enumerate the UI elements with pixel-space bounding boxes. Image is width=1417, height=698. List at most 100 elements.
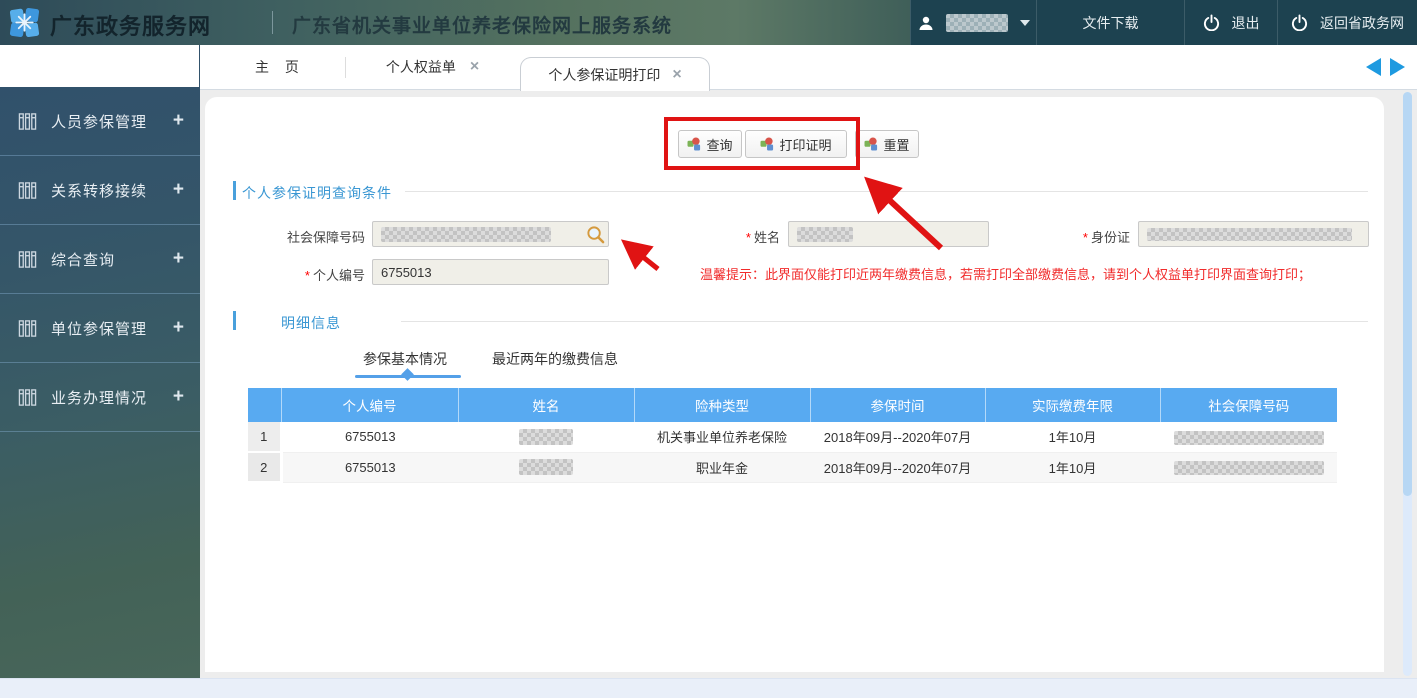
col-header-insurance-type: 险种类型 xyxy=(634,388,810,422)
participation-table: 个人编号 姓名 险种类型 参保时间 实际缴费年限 社会保障号码 1 675501… xyxy=(248,388,1337,483)
subtab-label: 最近两年的缴费信息 xyxy=(492,351,618,367)
cell-period: 2018年09月--2020年07月 xyxy=(810,452,985,482)
logout-button[interactable]: 退出 xyxy=(1184,0,1277,45)
required-asterisk: * xyxy=(746,230,751,245)
expand-plus-icon[interactable]: + xyxy=(173,386,184,408)
expand-plus-icon[interactable]: + xyxy=(173,110,184,132)
top-header: 广东政务服务网 广东省机关事业单位养老保险网上服务系统 文件下载 退出 xyxy=(0,0,1417,45)
active-subtab-underline xyxy=(355,375,461,378)
back-portal-button[interactable]: 返回省政务网 xyxy=(1277,0,1417,45)
books-icon xyxy=(18,388,37,407)
col-header-ssn: 社会保障号码 xyxy=(1160,388,1337,422)
sidebar-item-label: 人员参保管理 xyxy=(51,111,147,132)
ssn-label: 社会保障号码 xyxy=(225,227,365,246)
sidebar-menu: 人员参保管理 + 关系转移接续 + xyxy=(0,87,200,432)
books-icon xyxy=(18,112,37,131)
name-field[interactable] xyxy=(788,221,989,247)
cubes-icon xyxy=(864,137,879,151)
sidebar-item-comprehensive-query[interactable]: 综合查询 + xyxy=(0,225,200,294)
section-divider xyxy=(405,191,1368,192)
expand-plus-icon[interactable]: + xyxy=(173,248,184,270)
subtab-basic-info[interactable]: 参保基本情况 xyxy=(363,349,447,369)
tab-scroll-right-icon[interactable] xyxy=(1390,58,1405,76)
cell-name-masked xyxy=(458,422,634,452)
user-name-masked xyxy=(946,14,1008,32)
section-divider xyxy=(401,321,1368,322)
sidebar-item-label: 关系转移接续 xyxy=(51,180,147,201)
books-icon xyxy=(18,250,37,269)
query-section-title: 个人参保证明查询条件 xyxy=(242,183,392,203)
books-icon xyxy=(18,319,37,338)
print-certificate-label: 打印证明 xyxy=(779,135,831,154)
subtab-label: 参保基本情况 xyxy=(363,351,447,367)
tab-scroll-left-icon[interactable] xyxy=(1366,58,1381,76)
file-download-label: 文件下载 xyxy=(1083,13,1139,33)
page-footer xyxy=(0,678,1417,698)
expand-plus-icon[interactable]: + xyxy=(173,179,184,201)
books-icon xyxy=(18,181,37,200)
col-header-name: 姓名 xyxy=(458,388,634,422)
file-download-button[interactable]: 文件下载 xyxy=(1036,0,1184,45)
query-button[interactable]: 查询 xyxy=(678,130,742,158)
sidebar-item-relation-transfer[interactable]: 关系转移接续 + xyxy=(0,156,200,225)
sidebar-item-label: 单位参保管理 xyxy=(51,318,147,339)
personal-no-field[interactable] xyxy=(372,259,609,285)
main-panel: 查询 打印证明 重置 个人参保证明查询 xyxy=(205,97,1384,672)
reset-button[interactable]: 重置 xyxy=(855,130,919,158)
expand-plus-icon[interactable]: + xyxy=(173,317,184,339)
cubes-icon xyxy=(687,137,702,151)
tab-label: 主 页 xyxy=(255,57,305,77)
lookup-magnifier-icon[interactable] xyxy=(586,225,605,244)
detail-section-title: 明细信息 xyxy=(281,313,341,333)
cell-ssn-masked xyxy=(1160,452,1337,482)
tab-label: 个人参保证明打印 xyxy=(548,65,660,85)
user-menu[interactable] xyxy=(910,0,1036,45)
power-icon xyxy=(1291,14,1308,31)
app-window: 广东政务服务网 广东省机关事业单位养老保险网上服务系统 文件下载 退出 xyxy=(0,0,1417,698)
header-divider xyxy=(272,11,273,34)
cell-insurance-type: 机关事业单位养老保险 xyxy=(634,422,810,452)
vertical-scrollbar[interactable] xyxy=(1403,92,1412,676)
sidebar-item-unit-insurance[interactable]: 单位参保管理 + xyxy=(0,294,200,363)
header-menu: 文件下载 退出 返回省政务网 xyxy=(910,0,1417,45)
scrollbar-thumb[interactable] xyxy=(1403,92,1412,496)
sidebar-item-label: 综合查询 xyxy=(51,249,115,270)
tab-personal-rights[interactable]: 个人权益单 × xyxy=(350,45,515,89)
sidebar-search-box[interactable] xyxy=(0,45,199,87)
id-card-label-text: 身份证 xyxy=(1091,230,1130,245)
ssn-value-masked xyxy=(381,227,551,242)
name-value-masked xyxy=(797,227,853,242)
col-header-index xyxy=(248,388,281,422)
content-area: 查询 打印证明 重置 个人参保证明查询 xyxy=(200,90,1417,678)
id-card-value-masked xyxy=(1147,228,1352,241)
power-icon xyxy=(1203,14,1220,31)
close-icon[interactable]: × xyxy=(672,66,681,84)
table-row[interactable]: 1 6755013 机关事业单位养老保险 2018年09月--2020年07月 … xyxy=(248,422,1337,452)
cubes-icon xyxy=(760,137,775,151)
sidebar-item-personnel-insurance[interactable]: 人员参保管理 + xyxy=(0,87,200,156)
tab-divider xyxy=(345,57,346,78)
cell-ssn-masked xyxy=(1160,422,1337,452)
sidebar-search-input[interactable] xyxy=(14,57,199,75)
ssn-field[interactable] xyxy=(372,221,609,247)
cell-paid-years: 1年10月 xyxy=(985,422,1160,452)
sidebar-item-label: 业务办理情况 xyxy=(51,387,147,408)
user-icon xyxy=(918,15,934,31)
tab-bar: 主 页 个人权益单 × 个人参保证明打印 × xyxy=(200,45,1417,90)
table-row[interactable]: 2 6755013 职业年金 2018年09月--2020年07月 1年10月 xyxy=(248,452,1337,482)
tab-print-certificate[interactable]: 个人参保证明打印 × xyxy=(520,57,710,91)
tab-home[interactable]: 主 页 xyxy=(220,45,340,89)
tab-label: 个人权益单 xyxy=(386,57,456,77)
cell-insurance-type: 职业年金 xyxy=(634,452,810,482)
col-header-paid-years: 实际缴费年限 xyxy=(985,388,1160,422)
print-certificate-button[interactable]: 打印证明 xyxy=(745,130,847,158)
name-label-text: 姓名 xyxy=(754,230,780,245)
cell-paid-years: 1年10月 xyxy=(985,452,1160,482)
cell-personal-no: 6755013 xyxy=(281,422,458,452)
name-label: *姓名 xyxy=(660,227,780,246)
cell-personal-no: 6755013 xyxy=(281,452,458,482)
subtab-recent-payments[interactable]: 最近两年的缴费信息 xyxy=(492,349,618,369)
close-icon[interactable]: × xyxy=(470,58,479,76)
id-card-field[interactable] xyxy=(1138,221,1369,247)
sidebar-item-business-status[interactable]: 业务办理情况 + xyxy=(0,363,200,432)
